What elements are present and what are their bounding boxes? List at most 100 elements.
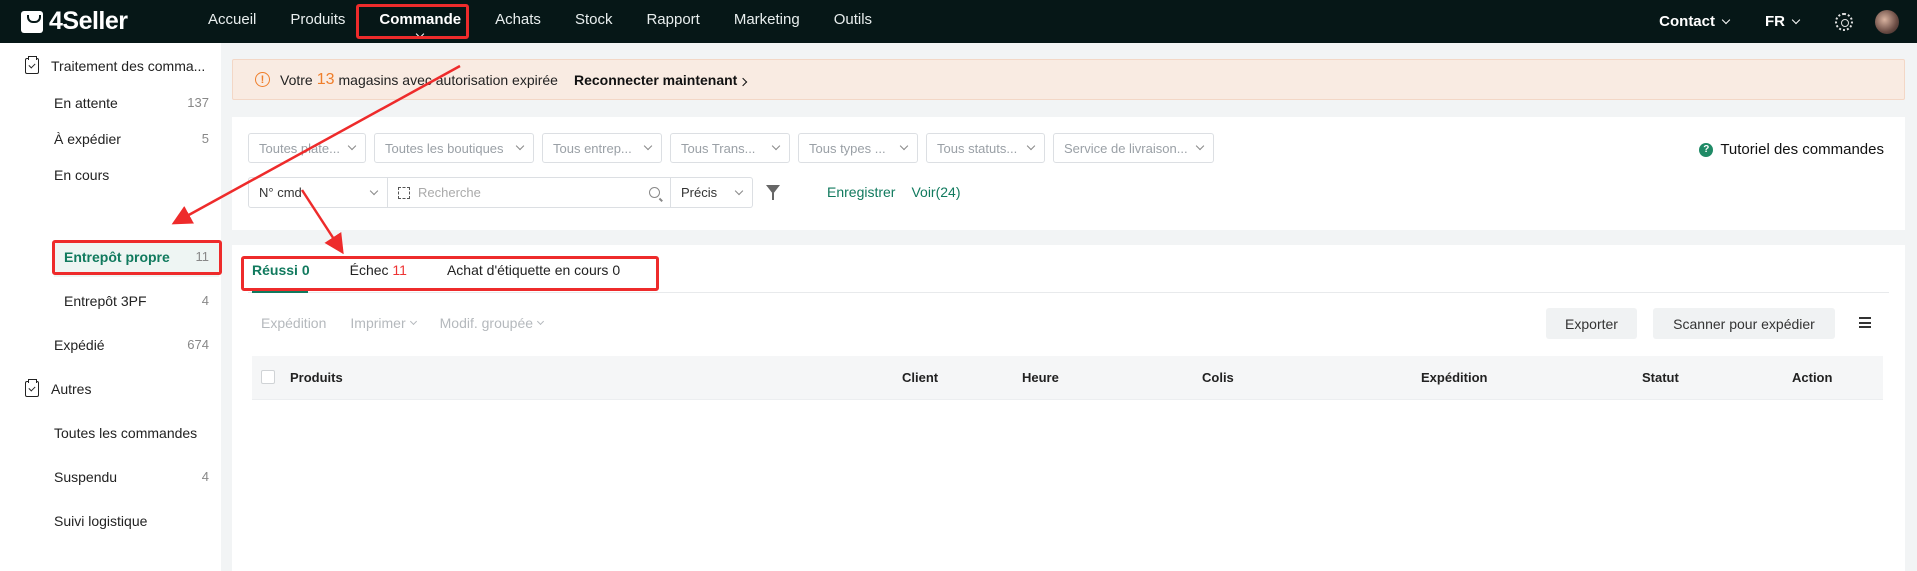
nav-produits[interactable]: Produits <box>273 0 362 43</box>
delivery-service-filter[interactable]: Service de livraison... <box>1053 133 1214 163</box>
column-settings-icon[interactable] <box>1859 317 1871 328</box>
column-header-time: Heure <box>1022 370 1059 385</box>
chevron-down-icon <box>643 141 653 151</box>
search-placeholder: Recherche <box>418 185 481 200</box>
chevron-down-icon <box>347 141 357 151</box>
sidebar-item-label: En attente <box>54 95 118 111</box>
chevron-right-icon <box>739 77 748 86</box>
sidebar-item-en-attente[interactable]: En attente 137 <box>54 95 209 111</box>
sidebar-item-count: 4 <box>201 469 209 484</box>
sidebar-item-label: À expédier <box>54 131 121 147</box>
tab-count: 0 <box>301 262 310 278</box>
shipping-action[interactable]: Expédition <box>261 315 326 331</box>
chevron-down-icon <box>369 186 379 195</box>
sidebar-item-count: 5 <box>201 131 209 146</box>
sidebar-item-label: Entrepôt propre <box>64 249 170 265</box>
sidebar-item-entrepot-3pf[interactable]: Entrepôt 3PF 4 <box>64 293 209 309</box>
clipboard-icon <box>25 56 39 74</box>
filter-label: Tous statuts... <box>937 140 1018 156</box>
bulk-actions: Expédition Imprimer Modif. groupée <box>261 315 567 331</box>
nav-commande[interactable]: Commande <box>362 0 478 43</box>
brand-name: 4Seller <box>49 7 128 35</box>
tab-achat-etiquette[interactable]: Achat d'étiquette en cours 0 <box>447 262 620 278</box>
bulk-edit-action[interactable]: Modif. groupée <box>439 315 545 331</box>
action-label: Modif. groupée <box>439 315 534 331</box>
sidebar-item-en-cours[interactable]: En cours <box>54 167 209 183</box>
banner-text: magasins avec autorisation expirée <box>338 71 558 88</box>
action-label: Expédition <box>261 315 327 331</box>
sidebar-item-toutes-commandes[interactable]: Toutes les commandes <box>54 425 209 441</box>
avatar[interactable] <box>1875 9 1899 34</box>
gear-icon[interactable] <box>1835 12 1853 31</box>
warehouse-filter[interactable]: Tous entrep... <box>542 133 662 163</box>
column-header-shipping: Expédition <box>1421 370 1488 385</box>
search-field-label: N° cmd <box>259 185 302 200</box>
export-button[interactable]: Exporter <box>1546 308 1637 339</box>
tab-label: Échec <box>349 262 389 278</box>
sidebar-item-suivi-logistique[interactable]: Suivi logistique <box>54 513 209 529</box>
sidebar-item-count: 11 <box>195 249 210 264</box>
order-tutorial-link[interactable]: ? Tutoriel des commandes <box>1699 141 1884 158</box>
column-header-action: Action <box>1792 370 1833 385</box>
tab-echec[interactable]: Échec 11 <box>350 262 407 278</box>
tab-label: Achat d'étiquette en cours <box>446 262 609 278</box>
scan-to-ship-button[interactable]: Scanner pour expédier <box>1653 308 1835 339</box>
nav-marketing[interactable]: Marketing <box>717 0 817 43</box>
search-field-select[interactable]: N° cmd <box>248 177 388 208</box>
sidebar-group-order-processing[interactable]: Traitement des comma... <box>25 56 206 74</box>
reconnect-link[interactable]: Reconnecter maintenant <box>574 72 748 88</box>
sidebar-group-label: Autres <box>51 381 92 397</box>
banner-count: 13 <box>316 70 335 88</box>
search-input[interactable]: Recherche <box>388 177 671 208</box>
sidebar-item-label: Suspendu <box>54 469 118 485</box>
nav-commande-label: Commande <box>379 11 462 28</box>
filter-label: Tous types ... <box>809 140 886 156</box>
sidebar-item-label: Toutes les commandes <box>54 425 198 441</box>
language-label: FR <box>1765 13 1785 30</box>
filter-label: Toutes les boutiques <box>385 140 504 156</box>
orders-panel: Réussi 0 Échec 11 Achat d'étiquette en c… <box>232 245 1905 571</box>
filter-panel: Toutes plate... Toutes les boutiques Tou… <box>232 117 1905 230</box>
scan-icon[interactable] <box>398 186 410 199</box>
sidebar-group-autres[interactable]: Autres <box>25 379 92 397</box>
column-header-products: Produits <box>290 370 343 385</box>
sidebar-item-count: 137 <box>187 95 209 110</box>
nav-achats[interactable]: Achats <box>478 0 558 43</box>
logo[interactable]: 4Seller <box>21 7 191 36</box>
match-mode-select[interactable]: Précis <box>671 177 753 208</box>
filter-label: Tous entrep... <box>553 140 632 156</box>
tab-divider <box>248 292 1889 293</box>
filter-icon[interactable] <box>766 185 780 200</box>
main-nav: Accueil Produits Commande Achats Stock R… <box>191 0 889 43</box>
type-filter[interactable]: Tous types ... <box>798 133 918 163</box>
sidebar-item-suspendu[interactable]: Suspendu 4 <box>54 469 209 485</box>
store-filter[interactable]: Toutes les boutiques <box>374 133 534 163</box>
expired-authorization-banner: ! Votre 13 magasins avec autorisation ex… <box>232 59 1905 100</box>
sidebar-group-label: Traitement des comma... <box>51 58 206 74</box>
print-action[interactable]: Imprimer <box>350 315 417 331</box>
platform-filter[interactable]: Toutes plate... <box>248 133 366 163</box>
orders-table-header: Produits Client Heure Colis Expédition S… <box>252 356 1883 400</box>
view-saved-link[interactable]: Voir(24) <box>911 177 960 208</box>
sidebar-item-a-expedier[interactable]: À expédier 5 <box>54 131 209 147</box>
nav-rapport[interactable]: Rapport <box>629 0 716 43</box>
status-filter[interactable]: Tous statuts... <box>926 133 1045 163</box>
tab-label: Réussi <box>252 262 298 278</box>
contact-menu[interactable]: Contact <box>1659 13 1731 30</box>
nav-outils[interactable]: Outils <box>817 0 889 43</box>
sidebar-item-count: 4 <box>201 293 209 308</box>
sidebar-item-label: Entrepôt 3PF <box>64 293 147 309</box>
tab-reussi[interactable]: Réussi 0 <box>252 262 310 278</box>
carrier-filter[interactable]: Tous Trans... <box>670 133 790 163</box>
save-filter-link[interactable]: Enregistrer <box>827 177 895 208</box>
tutorial-label: Tutoriel des commandes <box>1720 141 1884 158</box>
chevron-down-icon <box>409 317 417 325</box>
nav-stock[interactable]: Stock <box>558 0 630 43</box>
nav-accueil[interactable]: Accueil <box>191 0 273 43</box>
language-selector[interactable]: FR <box>1765 13 1801 30</box>
filter-label: Toutes plate... <box>259 140 340 156</box>
sidebar-item-entrepot-propre[interactable]: Entrepôt propre 11 <box>64 249 209 265</box>
select-all-checkbox[interactable] <box>261 370 275 384</box>
search-icon[interactable] <box>649 187 660 198</box>
sidebar-item-expedie[interactable]: Expédié 674 <box>54 337 209 353</box>
